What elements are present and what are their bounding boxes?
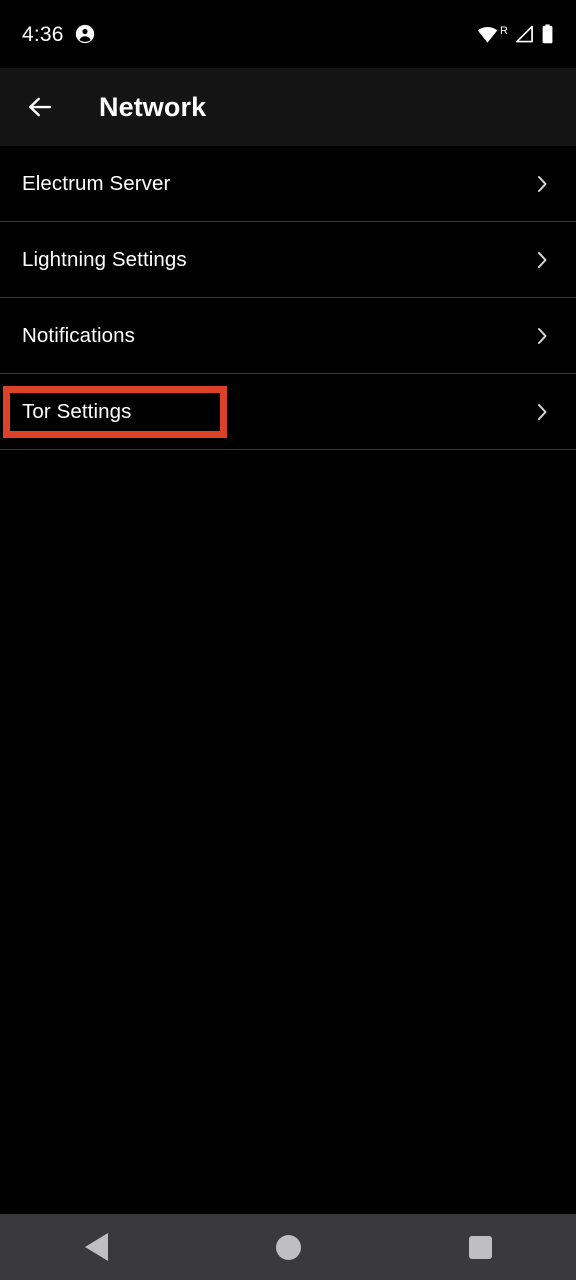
chevron-right-icon: [534, 402, 550, 422]
nav-back-button[interactable]: [48, 1214, 144, 1280]
system-navigation-bar: [0, 1214, 576, 1280]
page-title: Network: [99, 91, 207, 122]
square-recents-icon: [468, 1235, 492, 1259]
phone-screen: 4:36 R Network Electrum Server Lightning…: [0, 0, 576, 1280]
status-bar-clock: 4:36: [22, 22, 64, 46]
wifi-icon: [477, 26, 498, 43]
account-circle-icon: [75, 24, 95, 44]
battery-full-icon: [541, 24, 554, 44]
triangle-back-icon: [84, 1233, 108, 1261]
cellular-signal-icon: [515, 25, 534, 43]
back-button[interactable]: [12, 79, 68, 135]
list-item-label: Lightning Settings: [22, 247, 187, 271]
list-item-electrum-server[interactable]: Electrum Server: [0, 146, 576, 222]
chevron-right-icon: [534, 250, 550, 270]
list-item-notifications[interactable]: Notifications: [0, 298, 576, 374]
list-item-tor-settings[interactable]: Tor Settings: [0, 374, 576, 450]
arrow-back-icon: [25, 92, 55, 122]
nav-recents-button[interactable]: [432, 1214, 528, 1280]
settings-list: Electrum Server Lightning Settings Notif…: [0, 146, 576, 450]
chevron-right-icon: [534, 326, 550, 346]
list-item-label: Electrum Server: [22, 171, 171, 195]
status-bar-right: R: [477, 24, 554, 44]
list-item-label: Tor Settings: [22, 399, 132, 423]
status-bar-left: 4:36: [22, 24, 95, 45]
circle-home-icon: [275, 1234, 301, 1260]
nav-home-button[interactable]: [240, 1214, 336, 1280]
chevron-right-icon: [534, 174, 550, 194]
list-item-label: Notifications: [22, 323, 135, 347]
roaming-indicator: R: [500, 25, 508, 37]
app-bar: Network: [0, 68, 576, 146]
list-item-lightning-settings[interactable]: Lightning Settings: [0, 222, 576, 298]
status-bar: 4:36 R: [0, 0, 576, 68]
